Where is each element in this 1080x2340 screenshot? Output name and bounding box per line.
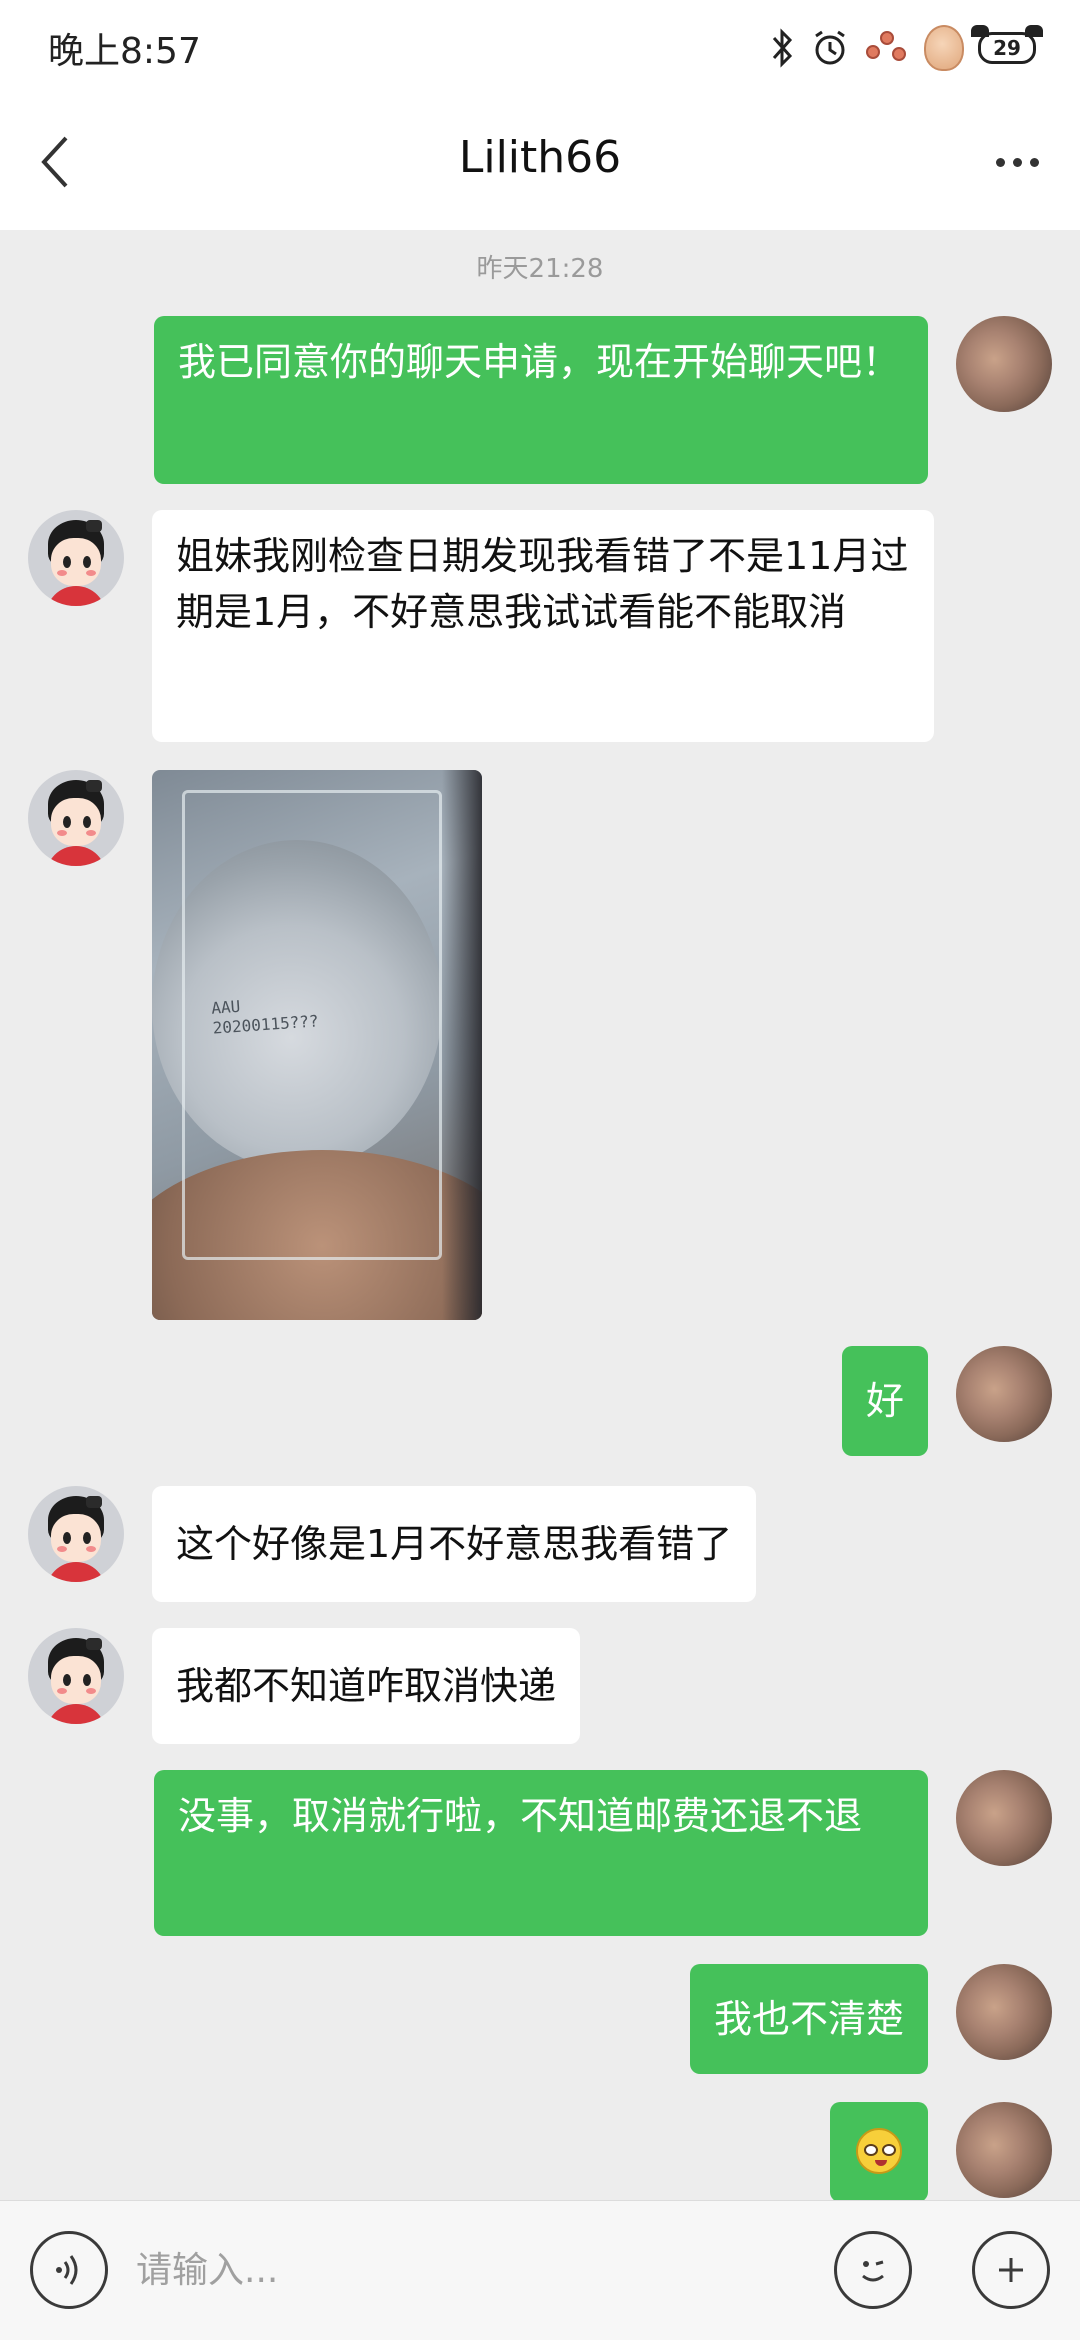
message-row: 我已同意你的聊天申请，现在开始聊天吧！ xyxy=(0,316,1080,486)
message-text: 我已同意你的聊天申请，现在开始聊天吧！ xyxy=(178,340,901,384)
message-row: 我也不清楚 xyxy=(0,1964,1080,2074)
avatar-me[interactable] xyxy=(956,316,1052,412)
flowers-icon xyxy=(864,25,910,71)
more-button[interactable] xyxy=(982,130,1052,194)
chat-title: Lilith66 xyxy=(458,132,622,183)
input-bar: 请输入... xyxy=(0,2200,1080,2340)
message-bubble[interactable]: 我已同意你的聊天申请，现在开始聊天吧！ xyxy=(154,316,928,484)
status-time: 晚上8:57 xyxy=(48,31,201,72)
emoji-icon xyxy=(862,2260,884,2282)
message-input[interactable]: 请输入... xyxy=(136,2239,806,2303)
message-row: 没事，取消就行啦，不知道邮费还退不退 xyxy=(0,1770,1080,1938)
message-text: 我也不清楚 xyxy=(713,1997,904,2041)
crying-emoji-icon xyxy=(856,2128,902,2174)
avatar-me[interactable] xyxy=(956,1964,1052,2060)
avatar-lilith[interactable] xyxy=(28,1486,124,1582)
bluetooth-icon xyxy=(770,28,796,68)
avatar-lilith[interactable] xyxy=(28,770,124,866)
avatar-me[interactable] xyxy=(956,1346,1052,1442)
voice-icon xyxy=(56,2255,78,2285)
message-bubble[interactable] xyxy=(830,2102,928,2200)
message-bubble[interactable]: 这个好像是1月不好意思我看错了 xyxy=(152,1486,757,1602)
message-row: 这个好像是1月不好意思我看错了 xyxy=(0,1486,1080,1602)
message-bubble[interactable]: 姐妹我刚检查日期发现我看错了不是11月过期是1月，不好意思我试试看能不能取消 xyxy=(152,510,934,742)
nav-bar: Lilith66 xyxy=(0,96,1080,230)
avatar-me[interactable] xyxy=(956,1770,1052,1866)
message-bubble[interactable]: 好 xyxy=(841,1346,928,1456)
alarm-icon xyxy=(810,28,850,68)
battery-icon: 29 xyxy=(971,25,1043,64)
message-row: 姐妹我刚检查日期发现我看错了不是11月过期是1月，不好意思我试试看能不能取消 xyxy=(0,510,1080,746)
chat-area[interactable]: 昨天21:28 我已同意你的聊天申请，现在开始聊天吧！ 姐妹我刚检查日期发现我看… xyxy=(0,230,1080,2200)
status-icons: 29 xyxy=(770,20,1043,76)
image-print-text: AAU 20200115??? xyxy=(210,996,320,1038)
message-bubble[interactable]: 没事，取消就行啦，不知道邮费还退不退 xyxy=(154,1770,928,1936)
message-text: 好 xyxy=(865,1379,904,1423)
avatar-lilith[interactable] xyxy=(28,1628,124,1724)
avatar-lilith[interactable] xyxy=(28,510,124,606)
message-row: AAU 20200115??? xyxy=(0,770,1080,1322)
battery-level: 29 xyxy=(993,36,1021,60)
chat-timestamp: 昨天21:28 xyxy=(476,254,604,284)
plus-icon xyxy=(999,2258,1023,2282)
image-message[interactable]: AAU 20200115??? xyxy=(152,770,482,1320)
more-dots-icon xyxy=(995,157,1005,167)
message-row: 我都不知道咋取消快递 xyxy=(0,1628,1080,1744)
avatar-me[interactable] xyxy=(956,2102,1052,2198)
message-text: 这个好像是1月不好意思我看错了 xyxy=(176,1522,733,1566)
message-bubble[interactable]: 我也不清楚 xyxy=(689,1964,928,2074)
message-text: 没事，取消就行啦，不知道邮费还退不退 xyxy=(178,1794,863,1838)
message-row xyxy=(0,2102,1080,2200)
message-bubble[interactable]: 我都不知道咋取消快递 xyxy=(152,1628,581,1744)
message-text: 我都不知道咋取消快递 xyxy=(176,1664,557,1708)
cookie-icon xyxy=(924,25,964,71)
status-bar: 晚上8:57 29 xyxy=(0,0,1080,96)
voice-button[interactable] xyxy=(30,2231,108,2309)
message-text: 姐妹我刚检查日期发现我看错了不是11月过期是1月，不好意思我试试看能不能取消 xyxy=(176,534,909,634)
message-row: 好 xyxy=(0,1346,1080,1456)
plus-button[interactable] xyxy=(972,2231,1050,2309)
emoji-button[interactable] xyxy=(834,2231,912,2309)
